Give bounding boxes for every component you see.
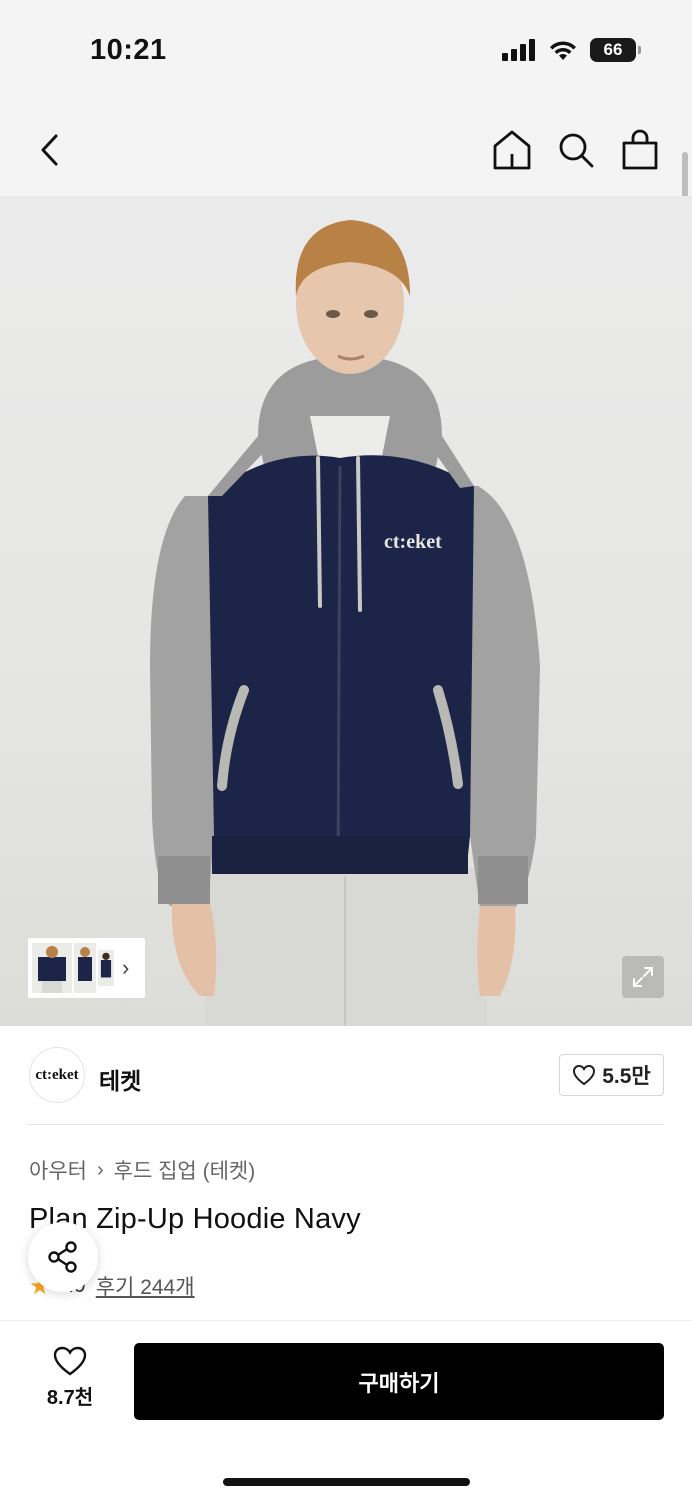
thumbnail-3[interactable] bbox=[98, 943, 114, 993]
share-icon bbox=[48, 1241, 77, 1273]
product-photo: ct:eket bbox=[150, 220, 540, 1026]
brand-name[interactable]: 테켓 bbox=[99, 1062, 141, 1096]
cart-button[interactable] bbox=[620, 128, 660, 172]
heart-icon bbox=[53, 1346, 87, 1376]
image-thumbnails[interactable]: › bbox=[28, 938, 145, 998]
top-nav-bar bbox=[0, 100, 692, 196]
wishlist-count: 8.7천 bbox=[46, 1387, 94, 1409]
thumbnail-next-icon[interactable]: › bbox=[122, 955, 129, 981]
signal-icon bbox=[502, 39, 535, 61]
brand-like-button[interactable]: 5.5만 bbox=[559, 1054, 664, 1096]
status-time: 10:21 bbox=[90, 34, 167, 66]
heart-icon bbox=[573, 1064, 596, 1086]
expand-icon bbox=[633, 967, 653, 987]
bottom-action-bar: 8.7천 구매하기 bbox=[0, 1320, 692, 1500]
search-icon bbox=[559, 133, 594, 168]
share-button[interactable] bbox=[28, 1222, 98, 1292]
brand-like-count: 5.5만 bbox=[602, 1065, 651, 1088]
status-bar: 10:21 66 bbox=[0, 0, 692, 100]
product-image[interactable]: ct:eket bbox=[0, 196, 692, 1026]
wifi-icon bbox=[550, 41, 576, 60]
brand-row[interactable]: ct:eket 테켓 5.5만 bbox=[0, 1026, 692, 1126]
purchase-button[interactable]: 구매하기 bbox=[134, 1343, 664, 1420]
thumbnail-2[interactable] bbox=[74, 943, 96, 993]
breadcrumb: 아우터 › 후드 집업 (테켓) bbox=[29, 1155, 255, 1185]
chevron-left-icon bbox=[41, 134, 58, 166]
divider bbox=[28, 1124, 664, 1125]
breadcrumb-subcategory[interactable]: 후드 집업 (테켓) bbox=[114, 1155, 256, 1185]
wishlist-button[interactable]: 8.7천 bbox=[30, 1345, 110, 1415]
home-indicator[interactable] bbox=[223, 1478, 470, 1486]
battery-indicator: 66 bbox=[590, 38, 641, 62]
svg-text:ct:eket: ct:eket bbox=[384, 531, 442, 553]
home-button[interactable] bbox=[492, 128, 532, 172]
thumbnail-1[interactable] bbox=[32, 943, 72, 993]
home-icon bbox=[493, 130, 531, 170]
breadcrumb-category[interactable]: 아우터 bbox=[29, 1155, 87, 1185]
expand-image-button[interactable] bbox=[622, 956, 664, 998]
review-count-link[interactable]: 후기 244개 bbox=[96, 1271, 195, 1301]
back-button[interactable] bbox=[30, 130, 70, 170]
breadcrumb-separator-icon: › bbox=[96, 1158, 104, 1181]
brand-logo[interactable]: ct:eket bbox=[29, 1047, 85, 1103]
status-icons: 66 bbox=[502, 38, 641, 62]
search-button[interactable] bbox=[556, 130, 596, 170]
shopping-bag-icon bbox=[622, 129, 658, 170]
